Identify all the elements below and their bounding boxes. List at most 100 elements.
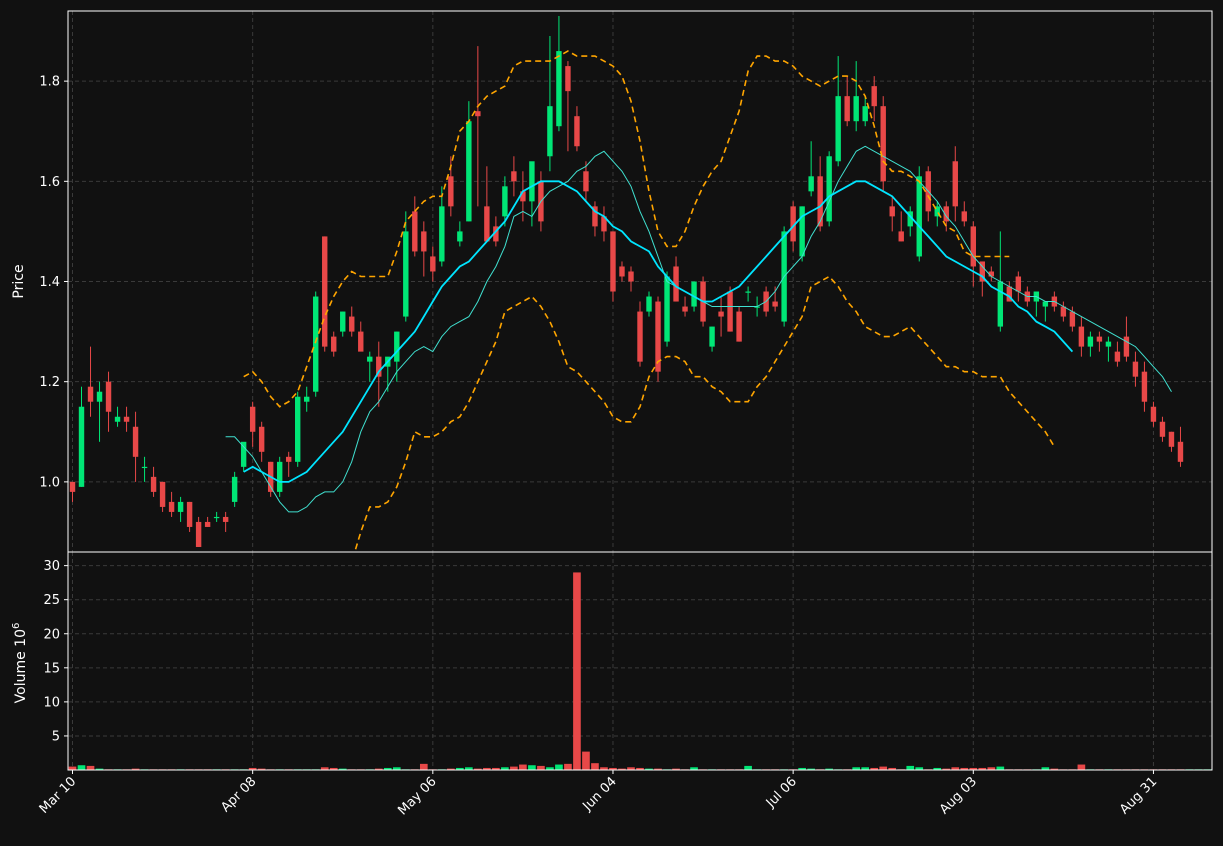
- candle-body: [880, 106, 886, 182]
- volume-y-tick-label: 25: [43, 593, 60, 608]
- x-tick-label: Aug 31: [1117, 774, 1160, 817]
- candle-body: [394, 331, 400, 362]
- volume-y-tick-label: 30: [43, 559, 60, 574]
- candle-body: [610, 231, 616, 292]
- volume-bar: [1077, 764, 1086, 770]
- volume-bar: [996, 766, 1005, 770]
- price-y-tick-label: 1.8: [39, 75, 60, 90]
- volume-label-exponent: 6: [11, 623, 22, 629]
- volume-label-text: Volume 10: [13, 629, 29, 703]
- volume-bar: [906, 765, 915, 770]
- candle-body: [358, 331, 364, 352]
- volume-bar: [879, 766, 888, 770]
- candle-body: [619, 266, 625, 277]
- volume-bar: [519, 764, 527, 770]
- bollinger-band-lower: [353, 275, 1056, 552]
- candle-body: [556, 51, 562, 127]
- candle-body: [114, 416, 121, 422]
- candle-body: [808, 176, 814, 192]
- candle-body: [889, 206, 895, 217]
- candle-body: [817, 176, 823, 227]
- candle-body: [997, 281, 1004, 327]
- candle-body: [1123, 336, 1130, 357]
- candle-body: [835, 96, 841, 162]
- candle-body: [78, 406, 85, 487]
- candle-body: [186, 501, 193, 527]
- candle-body: [1150, 406, 1157, 422]
- candle-body: [1159, 421, 1166, 437]
- volume-bar: [537, 765, 545, 770]
- volume-bar: [564, 763, 572, 770]
- candle-body: [141, 466, 148, 469]
- candle-body: [1105, 341, 1112, 347]
- candle-body: [258, 426, 265, 452]
- candle-body: [231, 476, 238, 502]
- candle-body: [970, 226, 976, 267]
- candle-body: [1168, 431, 1175, 447]
- volume-y-tick-label: 5: [52, 729, 60, 744]
- volume-panel-frame: [67, 551, 1213, 771]
- candle-body: [222, 516, 229, 522]
- x-tick-label: May 06: [395, 774, 439, 818]
- volume-bar: [555, 764, 563, 770]
- volume-bar: [68, 766, 77, 770]
- volume-y-tick-label: 15: [43, 661, 60, 676]
- candle-body: [150, 476, 157, 492]
- price-axis-label: Price: [11, 264, 27, 298]
- candle-body: [439, 206, 445, 262]
- x-tick-label: Aug 03: [937, 774, 980, 817]
- grid-lines: [68, 11, 1212, 770]
- stock-chart: 1.0 1.2 1.4 1.6 1.8 5 10 15 20 25 30 Mar 10 Apr 08 Ma…: [11, 10, 1213, 818]
- candle-body: [249, 406, 256, 432]
- candle-body: [412, 211, 418, 252]
- candle-body: [105, 381, 112, 412]
- candle-body: [637, 311, 643, 362]
- volume-bar: [744, 765, 752, 770]
- volume-bar: [573, 572, 581, 770]
- candle-body: [826, 156, 832, 222]
- candle-body: [1096, 336, 1103, 342]
- candle-body: [1132, 361, 1139, 377]
- chart-container: 1.0 1.2 1.4 1.6 1.8 5 10 15 20 25 30 Mar 10 Apr 08 Ma…: [0, 0, 1223, 842]
- candle-body: [709, 326, 715, 347]
- candle-body: [1114, 351, 1121, 362]
- candle-body: [1177, 441, 1184, 462]
- candle-body: [313, 296, 319, 392]
- price-y-tick-label: 1.2: [39, 375, 60, 390]
- candle-body: [421, 231, 427, 252]
- candle-body: [123, 416, 130, 422]
- volume-y-tick-label: 20: [43, 627, 60, 642]
- candle-body: [853, 96, 859, 122]
- candle-body: [511, 171, 517, 182]
- candle-body: [772, 301, 778, 307]
- candle-body: [132, 426, 139, 457]
- candle-body: [799, 206, 805, 257]
- candle-body: [529, 161, 535, 202]
- candle-body: [628, 271, 634, 282]
- x-tick-label: Jul 06: [763, 774, 800, 811]
- candle-body: [466, 121, 472, 222]
- moving-average-line: [225, 145, 1172, 513]
- candle-body: [294, 396, 301, 462]
- candle-body: [69, 481, 76, 492]
- volume-bar: [77, 765, 86, 770]
- price-y-tick-label: 1.6: [39, 175, 60, 190]
- bollinger-band-upper: [243, 50, 1010, 408]
- candle-body: [583, 171, 589, 192]
- candle-body: [736, 311, 742, 342]
- candle-body: [862, 106, 868, 122]
- candle-body: [340, 311, 346, 332]
- candle-body: [1141, 371, 1148, 402]
- candle-body: [1015, 276, 1022, 292]
- candle-body: [285, 456, 292, 462]
- candle-body: [204, 521, 211, 527]
- volume-y-tick-label: 10: [43, 695, 60, 710]
- candle-body: [484, 206, 490, 242]
- candle-body: [682, 306, 688, 312]
- x-tick-label: Apr 08: [218, 774, 259, 815]
- candle-body: [276, 461, 283, 492]
- candle-body: [159, 481, 166, 507]
- volume-bar: [510, 766, 518, 770]
- candle-body: [430, 256, 436, 272]
- x-tick-label: Mar 10: [37, 774, 80, 817]
